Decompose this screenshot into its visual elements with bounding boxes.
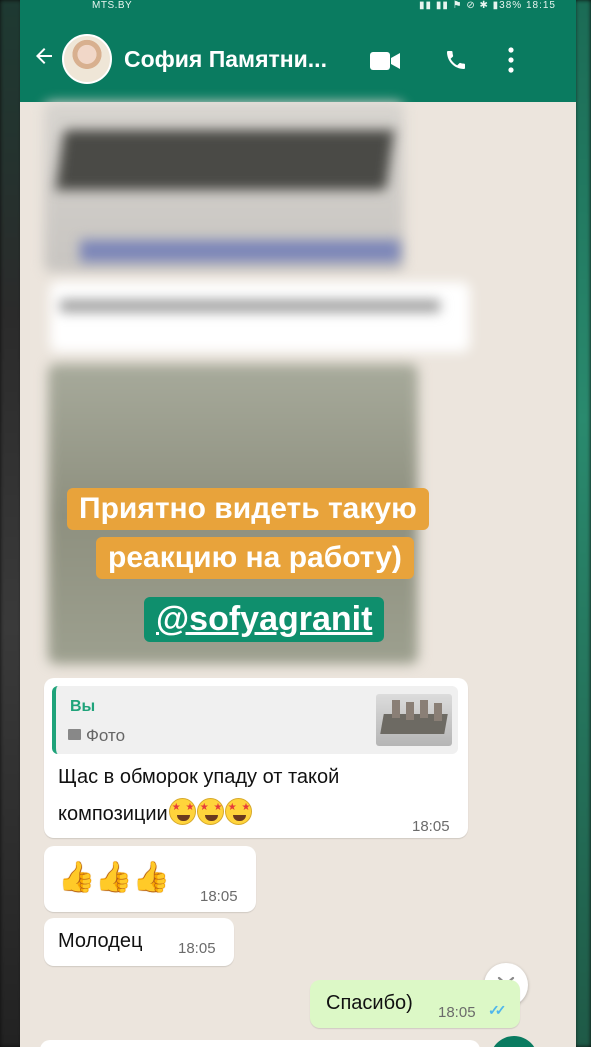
photo-icon	[68, 729, 81, 740]
thumbs-up-emoji-icon: 👍	[132, 861, 171, 894]
quoted-message[interactable]: Вы Фото	[52, 686, 458, 754]
overlay-caption-line2: реакцию на работу)	[96, 537, 414, 579]
message-text: Спасибо)	[326, 992, 413, 1014]
message-text: Молодец	[58, 930, 143, 952]
status-indicators: ▮▮ ▮▮ ⚑ ⊘ ✱ ▮38% 18:15	[419, 0, 556, 11]
background-right	[575, 0, 591, 1047]
message-bubble-incoming[interactable]: Вы Фото Щас в обморок упаду от такой ком…	[44, 678, 468, 838]
message-time: 18:05	[438, 1004, 476, 1021]
send-button[interactable]	[490, 1036, 538, 1047]
avatar[interactable]	[62, 34, 112, 84]
more-options-icon[interactable]	[508, 47, 514, 73]
star-struck-emoji-icon	[196, 798, 224, 825]
contact-name[interactable]: София Памятни...	[124, 46, 327, 73]
message-emoji: 👍👍👍	[58, 860, 170, 895]
chat-screen: MTS.BY ▮▮ ▮▮ ⚑ ⊘ ✱ ▮38% 18:15 София Памя…	[20, 0, 576, 1047]
back-arrow-icon[interactable]	[32, 44, 56, 68]
read-receipt-icon: ✓✓	[488, 1002, 507, 1018]
quote-thumbnail	[376, 694, 452, 746]
thumbs-up-emoji-icon: 👍	[95, 861, 133, 894]
video-call-icon[interactable]	[370, 50, 400, 72]
blurred-text-line	[60, 300, 440, 312]
status-bar: MTS.BY ▮▮ ▮▮ ⚑ ⊘ ✱ ▮38% 18:15	[20, 0, 576, 14]
message-text-line2-wrap: композиции	[58, 798, 252, 826]
message-text: композиции	[58, 803, 168, 825]
message-bubble-outgoing[interactable]: Спасибо) 18:05 ✓✓	[310, 980, 520, 1028]
chat-header: София Памятни...	[20, 14, 576, 102]
overlay-caption-line1: Приятно видеть такую	[67, 488, 429, 530]
blurred-image-detail	[80, 240, 400, 262]
background-left	[0, 0, 22, 1047]
star-struck-emoji-icon	[224, 798, 252, 825]
blurred-image-detail	[55, 130, 395, 190]
message-time: 18:05	[412, 818, 450, 835]
message-time: 18:05	[178, 940, 216, 957]
carrier-label: MTS.BY	[92, 0, 133, 11]
overlay-handle[interactable]: @sofyagranit	[144, 597, 385, 642]
message-time: 18:05	[200, 888, 238, 905]
message-bubble-incoming[interactable]: 👍👍👍 18:05	[44, 846, 256, 912]
phone-call-icon[interactable]	[444, 48, 468, 72]
quote-author: Вы	[70, 698, 96, 715]
message-bubble-incoming[interactable]: Молодец 18:05	[44, 918, 234, 966]
blurred-text-message	[50, 282, 470, 352]
quote-kind: Фото	[86, 726, 126, 745]
message-input[interactable]	[40, 1040, 480, 1047]
message-text: Щас в обморок упаду от такой	[58, 766, 340, 788]
star-struck-emoji-icon	[168, 798, 196, 825]
thumbs-up-emoji-icon: 👍	[58, 861, 96, 894]
